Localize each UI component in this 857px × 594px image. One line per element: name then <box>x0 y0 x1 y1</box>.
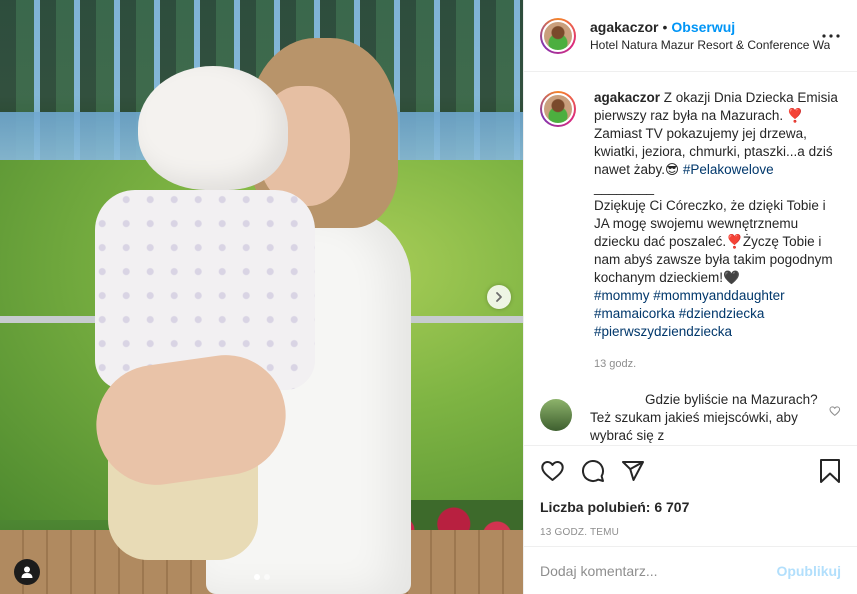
likes-count[interactable]: Liczba polubień: 6 707 <box>540 499 841 515</box>
more-options-icon <box>822 33 840 38</box>
carousel-indicator <box>254 574 270 580</box>
comment-icon <box>582 460 604 482</box>
caption-hashtags-line-3: #pierwszydziendziecka <box>594 323 839 341</box>
comment-text: Gdzie byliście na Mazurach? Też szukam j… <box>590 392 818 443</box>
carousel-dot-active <box>254 574 260 580</box>
publish-button[interactable]: Opublikuj <box>776 563 841 579</box>
carousel-dot <box>264 574 270 580</box>
hashtag-link[interactable]: #Pelakowelove <box>683 162 774 177</box>
comment-like-icon[interactable] <box>829 405 841 417</box>
caption-paragraph-1: agakaczor Z okazji Dnia Dziecka Emisia p… <box>594 89 839 179</box>
share-button[interactable] <box>621 459 645 483</box>
add-comment-bar: Opublikuj <box>524 546 857 594</box>
hashtag-link[interactable]: #mommyanddaughter <box>653 288 784 303</box>
caption-hashtags-line-2: #mamaicorka #dziendziecka <box>594 305 839 323</box>
post-header: agakaczor • Obserwuj Hotel Natura Mazur … <box>524 0 857 72</box>
caption-divider: ________ <box>594 180 655 195</box>
comment-button[interactable] <box>581 459 605 483</box>
bookmark-icon <box>820 459 840 483</box>
post-side-panel: agakaczor • Obserwuj Hotel Natura Mazur … <box>523 0 857 594</box>
comment-item: Gdzie byliście na Mazurach? Też szukam j… <box>540 391 841 445</box>
post-location[interactable]: Hotel Natura Mazur Resort & Conference W… <box>590 38 830 52</box>
share-icon <box>622 461 644 481</box>
heart-icon <box>541 461 564 481</box>
caption-username[interactable]: agakaczor <box>594 90 660 105</box>
caption-author-avatar[interactable] <box>540 91 576 127</box>
caption-hashtags-line-1: #mommy #mommyanddaughter <box>594 287 839 305</box>
caption-timestamp[interactable]: 13 godz. <box>594 355 839 373</box>
more-options-button[interactable] <box>819 24 843 48</box>
author-avatar[interactable] <box>540 17 576 54</box>
hashtag-link[interactable]: #mommy <box>594 288 650 303</box>
hashtag-link[interactable]: #dziendziecka <box>679 306 765 321</box>
tagged-users-button[interactable] <box>14 559 40 585</box>
commenter-avatar[interactable] <box>540 399 572 431</box>
post-caption: agakaczor Z okazji Dnia Dziecka Emisia p… <box>540 89 841 373</box>
follow-button[interactable]: Obserwuj <box>671 19 735 35</box>
save-button[interactable] <box>819 458 841 484</box>
comments-section[interactable]: agakaczor Z okazji Dnia Dziecka Emisia p… <box>524 73 857 445</box>
action-icons-row <box>540 458 841 484</box>
carousel-next-button[interactable] <box>487 285 511 309</box>
author-username[interactable]: agakaczor <box>590 19 658 35</box>
post-timestamp[interactable]: 13 GODZ. TEMU <box>540 527 841 538</box>
caption-text-2: Dziękuję Ci Córeczko, że dzięki Tobie i … <box>594 198 837 285</box>
chevron-right-icon <box>496 292 502 302</box>
post-actions: Liczba polubień: 6 707 13 GODZ. TEMU <box>524 445 857 538</box>
hashtag-link[interactable]: #mamaicorka <box>594 306 675 321</box>
instagram-post: agakaczor • Obserwuj Hotel Natura Mazur … <box>0 0 857 594</box>
photo-baby-hat <box>138 66 288 190</box>
like-button[interactable] <box>540 459 565 483</box>
tag-user-icon <box>21 566 33 578</box>
header-separator: • <box>662 19 668 35</box>
post-photo[interactable] <box>0 0 523 594</box>
hashtag-link[interactable]: #pierwszydziendziecka <box>594 324 732 339</box>
comment-input[interactable] <box>540 562 777 579</box>
